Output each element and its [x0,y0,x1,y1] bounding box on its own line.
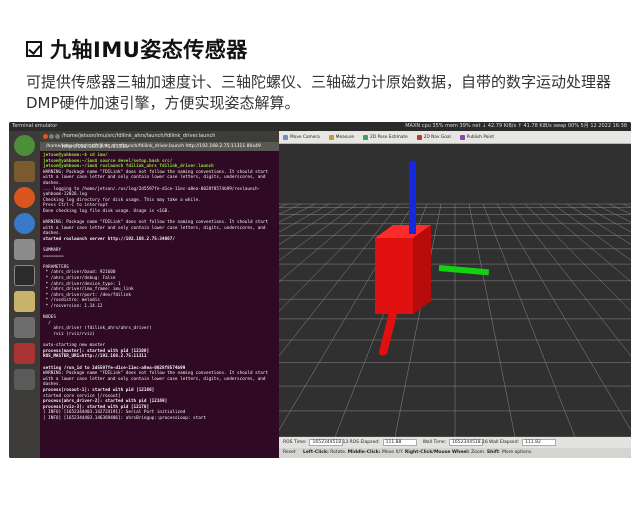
terminal-window[interactable]: /home/jetson/imu/src/fdilink_ahrs/launch… [40,131,279,458]
tool-icon [283,134,288,140]
grid-line [594,203,631,223]
terminal-icon[interactable] [14,265,35,286]
3d-viewport[interactable] [9,144,631,438]
wall-time-label: Wall Time: [422,440,447,445]
tool-label: Measure [335,134,355,140]
ground-grid [9,203,631,438]
rviz-window: Move Camera Measure 2D Pose Estimate 2D Nav… [9,131,631,458]
page-title: 九轴IMU姿态传感器 [50,38,248,62]
tool-label: 2D Nav Goal [423,134,451,140]
terminal-line: ... logging to /home/jetson/.ros/log/2d5… [43,186,261,198]
grid-line [154,203,386,438]
grid-line [580,203,631,233]
tool-icon [459,134,465,140]
grid-line [94,203,372,438]
tool-publish-point[interactable]: Publish Point [459,134,495,140]
wall-time-field[interactable]: 1652344518.16 [449,439,488,446]
ubuntu-logo-icon[interactable] [14,135,35,156]
grid-line [9,203,330,385]
description: 可提供传感器三轴加速度计、三轴陀螺仪、三轴磁力计原始数据，自带的数字运动处理器D… [26,73,612,112]
wall-elapsed-field[interactable]: 111.82 [522,439,557,446]
active-app-title: Terminal emulator [12,123,58,129]
ros-time-field[interactable]: 1652344518.13 [309,439,348,446]
axis-z-cap [409,160,416,164]
tool-2d-pose-estimate[interactable]: 2D Pose Estimate [363,134,408,140]
grid-line [9,203,288,322]
reset-button[interactable]: Reset [283,450,296,455]
terminal-line: WARNING: Package name "FDILink" does not… [43,169,271,186]
settings-icon[interactable] [14,239,35,260]
tool-label: Move Camera [290,134,320,140]
terminal-output[interactable]: jetson@yahboom:~$ cd imu/jetson@yahboom:… [40,151,279,424]
files-icon[interactable] [14,161,35,182]
system-top-bar: Terminal emulator MAXN cpu 35% mem 39% n… [9,122,631,131]
tool-label: Publish Point [466,134,495,140]
close-button[interactable] [43,134,48,139]
terminal-titlebar: /home/jetson/imu/src/fdilink_ahrs/launch… [40,131,279,150]
app-icon[interactable] [14,343,35,364]
status-indicators: MAXN cpu 35% mem 39% net ↓ 42.79 KiB/s ↑… [405,123,627,129]
grid-line [34,203,358,438]
tool-2d-nav-goal[interactable]: 2D Nav Goal [416,134,451,140]
wall-elapsed-label: Wall Elapsed: [489,440,520,445]
tool-measure[interactable]: Measure [328,134,355,140]
ros-time-label: ROS Time: [283,440,307,445]
grid-line [9,203,302,339]
grid-line [482,203,576,438]
editor-icon[interactable] [14,291,35,312]
cube-front [375,238,413,314]
hint-key-right: Right-Click/Mouse Wheel: [404,450,470,455]
ros-elapsed-label: ROS Elapsed: [349,440,380,445]
terminal-line: [ INFO] [1652344403.146369406]: ahrsBrin… [43,415,206,421]
screenshot: Terminal emulator MAXN cpu 35% mem 39% n… [9,122,631,458]
grid-line [468,203,516,438]
launcher [9,131,40,458]
maximize-button[interactable] [55,134,60,139]
ros-elapsed-field[interactable]: 111.88 [382,439,417,446]
hint-key-left: Left-Click: [303,450,329,455]
grid-line [538,203,631,282]
tool-move-camera[interactable]: Move Camera [283,134,320,140]
minimize-button[interactable] [49,134,54,139]
grid-line [9,203,316,360]
hint-key-shift: Shift [486,450,500,455]
axis-x-cap [379,350,387,356]
tool-label: 2D Pose Estimate [370,134,408,140]
rviz-icon[interactable] [14,317,35,338]
rviz-toolbar: Move Camera Measure 2D Pose Estimate 2D Nav… [279,131,631,144]
browser-icon[interactable] [14,187,35,208]
grid-line [9,203,344,416]
app-icon-2[interactable] [14,369,35,390]
time-bar: ROS Time: 1652344518.13 ROS Elapsed: 111… [279,437,631,448]
hint-text-left: Rotate. [328,450,348,455]
hint-key-middle: Middle-Click: [347,450,381,455]
imu-scene [9,160,631,438]
tool-icon [363,134,369,140]
grid-line [566,203,631,245]
hint-bar: Reset Left-Click: Rotate. Middle-Click: … [279,448,631,458]
grid-line [496,203,631,431]
hint-text-middle: Move X/Y. [380,450,405,455]
terminal-line: WARNING: Package name "FDILink" does not… [43,371,271,388]
axis-z [409,162,416,234]
terminal-line: WARNING: Package name "FDILink" does not… [43,220,271,237]
grid-line [524,203,631,312]
title-row: 九轴IMU姿态传感器 [26,36,248,62]
hint-text-right: Zoom. [469,450,487,455]
tool-icon [416,134,422,140]
tool-icon [328,134,334,140]
grid-line [608,203,631,215]
hint-text-shift: : More options. [499,450,533,455]
cube-right [413,225,431,314]
checkbox-icon [26,41,42,57]
grid-line [552,203,631,261]
grid-line [622,203,631,208]
chromium-icon[interactable] [14,213,35,234]
